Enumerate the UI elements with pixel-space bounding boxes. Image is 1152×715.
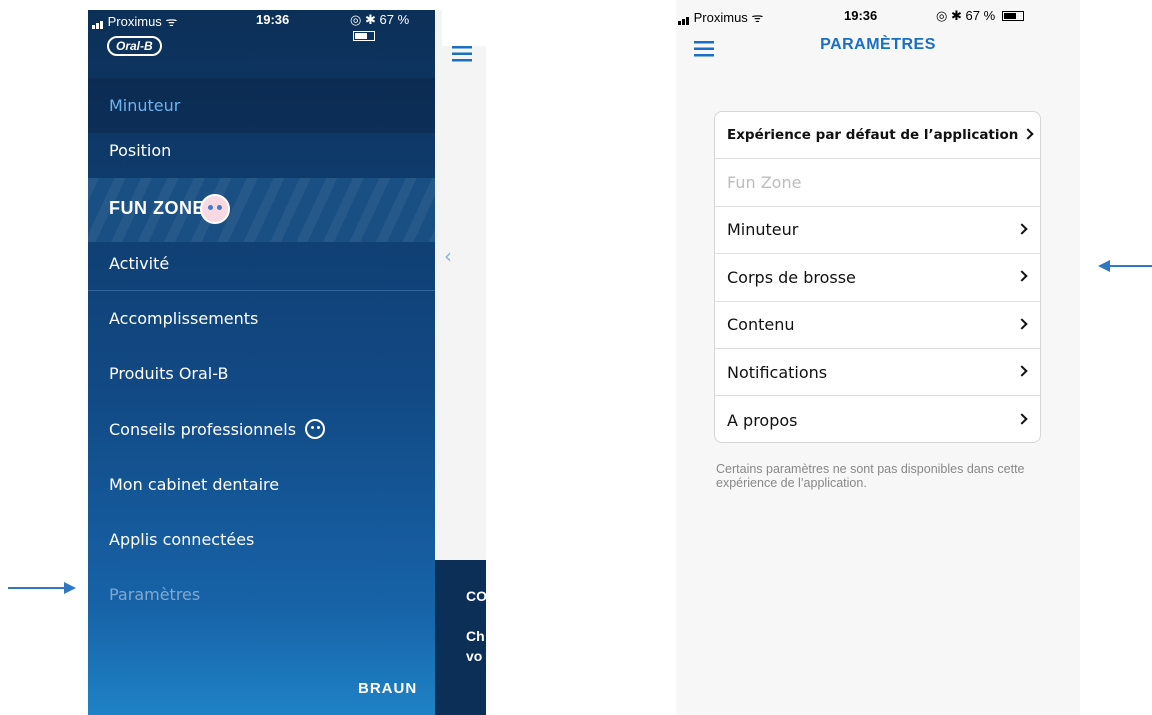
menu-item-conseils[interactable]: Conseils professionnels xyxy=(88,402,435,457)
settings-row-apropos[interactable]: A propos xyxy=(715,396,1040,442)
conseils-label: Conseils professionnels xyxy=(109,420,297,439)
annotation-arrow-left-icon xyxy=(1098,260,1152,272)
status-right-group: ◎ ✱ 67 % xyxy=(936,8,1024,24)
annotation-arrow-right-icon xyxy=(8,582,76,594)
peek-line-2: vo xyxy=(466,648,483,664)
chevron-right-icon xyxy=(1016,223,1028,235)
contenu-setting-label: Contenu xyxy=(727,315,795,335)
peek-line-1: Ch xyxy=(466,628,485,644)
apropos-setting-label: A propos xyxy=(727,410,798,430)
chevron-right-icon xyxy=(1022,128,1034,140)
peek-heading: CO xyxy=(466,588,487,604)
battery-percent-right: 67 % xyxy=(965,8,996,23)
battery-icon xyxy=(353,31,375,41)
wifi-icon-right: ᯤ xyxy=(751,10,764,25)
carrier-label: Proximus xyxy=(107,14,162,29)
alarm-icon: ◎ xyxy=(350,12,362,27)
carrier-label-right: Proximus xyxy=(693,10,748,25)
signal-icon-right xyxy=(678,10,690,25)
status-right: ◎ ✱ 67 % xyxy=(350,12,435,43)
status-time-right: 19:36 xyxy=(844,8,878,23)
left-phone-screen: Proximus ᯤ 19:36 ◎ ✱ 67 % Oral-B Minuteu… xyxy=(88,10,442,715)
alarm-icon-right: ◎ xyxy=(936,8,948,23)
funzone-setting-label: Fun Zone xyxy=(727,173,802,193)
funzone-label: FUN ZONE xyxy=(109,198,205,218)
battery-icon-right xyxy=(1001,11,1024,21)
wifi-icon: ᯤ xyxy=(165,14,178,29)
menu-item-funzone[interactable]: FUN ZONE xyxy=(88,178,435,242)
page-title: PARAMÈTRES xyxy=(820,36,936,53)
kid-face-icon xyxy=(305,419,326,439)
settings-row-notifications[interactable]: Notifications xyxy=(715,349,1040,397)
chevron-right-icon xyxy=(1016,270,1028,283)
notifications-setting-label: Notifications xyxy=(727,362,828,382)
bluetooth-icon-right: ✱ xyxy=(950,8,962,23)
settings-row-contenu[interactable]: Contenu xyxy=(715,302,1040,349)
funzone-character-icon xyxy=(200,194,230,224)
side-menu: Proximus ᯤ 19:36 ◎ ✱ 67 % Oral-B Minuteu… xyxy=(88,10,435,715)
right-phone-screen: Proximus ᯤ 19:36 ◎ ✱ 67 % PARAMÈTRES Exp… xyxy=(676,0,1080,715)
settings-note: Certains paramètres ne sont pas disponib… xyxy=(716,462,1025,490)
menu-item-parametres[interactable]: Paramètres xyxy=(88,567,435,622)
settings-list: Expérience par défaut de l’application F… xyxy=(714,111,1041,443)
status-bar: Proximus ᯤ 19:36 ◎ ✱ 67 % xyxy=(88,10,435,41)
status-time: 19:36 xyxy=(256,12,290,27)
chevron-left-icon[interactable]: ‹ xyxy=(444,244,452,268)
chevron-right-icon xyxy=(1016,365,1028,377)
screenshot-stage: Proximus ᯤ 19:36 ◎ ✱ 67 % Oral-B Minuteu… xyxy=(0,0,1152,715)
battery-percent: 67 % xyxy=(379,12,410,27)
status-carrier: Proximus ᯤ xyxy=(92,12,177,30)
settings-row-funzone: Fun Zone xyxy=(715,159,1040,207)
menu-item-position[interactable]: Position xyxy=(88,123,435,178)
menu-item-cabinet[interactable]: Mon cabinet dentaire xyxy=(88,457,435,512)
content-peek-panel xyxy=(436,46,486,566)
experience-label: Expérience par défaut de l’application xyxy=(727,127,1019,144)
gap-background xyxy=(486,0,676,715)
status-carrier-right: Proximus ᯤ xyxy=(678,8,763,26)
content-peek-dark-panel: CO Ch vo xyxy=(436,560,487,715)
chevron-right-icon xyxy=(1016,413,1028,425)
corps-setting-label: Corps de brosse xyxy=(727,267,856,287)
status-bar-right: Proximus ᯤ 19:36 ◎ ✱ 67 % xyxy=(676,6,1080,26)
menu-item-applis[interactable]: Applis connectées xyxy=(88,512,435,567)
signal-icon xyxy=(92,14,104,29)
hamburger-menu-icon-left[interactable] xyxy=(452,46,472,62)
braun-logo: BRAUN xyxy=(358,680,418,697)
menu-item-accomplissements[interactable]: Accomplissements xyxy=(88,291,435,346)
settings-row-minuteur[interactable]: Minuteur xyxy=(715,207,1040,255)
settings-row-corps[interactable]: Corps de brosse xyxy=(715,254,1040,302)
chevron-right-icon xyxy=(1016,318,1028,330)
settings-row-experience[interactable]: Expérience par défaut de l’application xyxy=(715,112,1040,160)
minuteur-setting-label: Minuteur xyxy=(727,220,799,240)
oral-b-logo: Oral-B xyxy=(107,36,162,56)
menu-item-produits[interactable]: Produits Oral-B xyxy=(88,346,435,401)
menu-item-activite[interactable]: Activité xyxy=(88,236,435,291)
bluetooth-icon: ✱ xyxy=(364,12,376,27)
